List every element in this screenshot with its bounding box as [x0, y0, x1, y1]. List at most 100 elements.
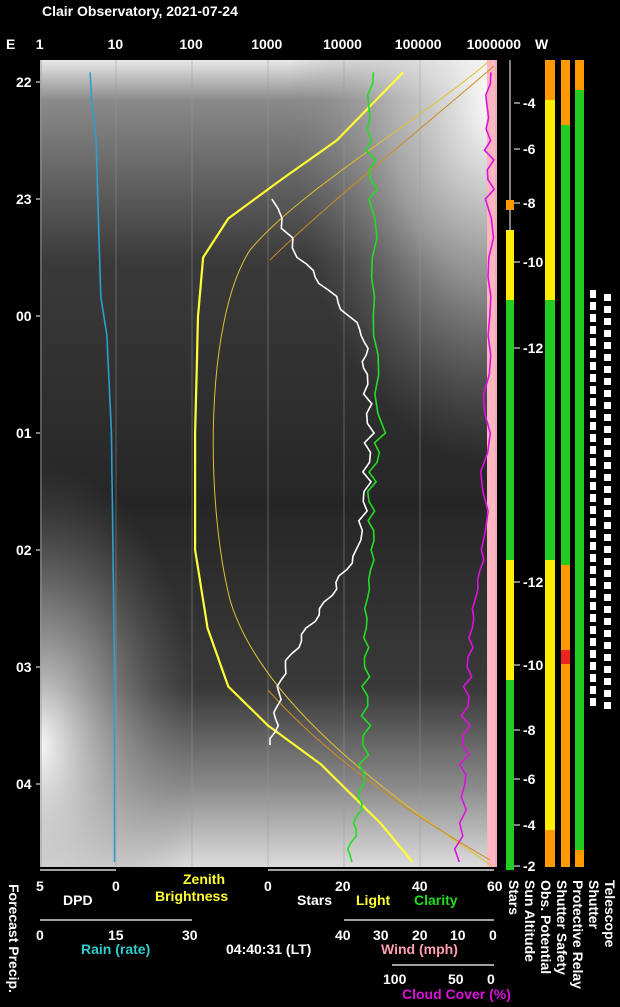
dpd-tick-0: 0: [112, 878, 120, 894]
shutter-block: [590, 314, 596, 322]
shutter-block: [590, 458, 596, 466]
obs-potential-segment: [545, 60, 555, 100]
sun-altitude-tick: -6: [523, 141, 536, 157]
shutter-block: [590, 518, 596, 526]
telescope-block: [604, 426, 611, 433]
sun-altitude-tick: -12: [523, 340, 544, 356]
shutter-block: [590, 386, 596, 394]
time-readout: 04:40:31 (LT): [226, 941, 312, 957]
telescope-vlabel: Telescope: [602, 880, 618, 948]
stars-status-segment: [506, 230, 514, 300]
clarity-label: Clarity: [414, 892, 458, 908]
telescope-block: [604, 330, 611, 337]
wind-tick-40: 40: [335, 927, 351, 943]
telescope-block: [604, 414, 611, 421]
telescope-block: [604, 678, 611, 685]
sun-altitude-tick: -10: [523, 254, 544, 270]
shutter-block: [590, 674, 596, 682]
time-tick: 23: [16, 191, 32, 207]
wind-tick-0: 0: [489, 927, 497, 943]
telescope-block: [604, 390, 611, 397]
shutter-block: [590, 578, 596, 586]
dpd-tick-5: 5: [36, 878, 44, 894]
obs-potential-vlabel: Obs. Potential: [538, 880, 554, 975]
time-tick: 02: [16, 542, 32, 558]
telescope-block: [604, 702, 611, 709]
telescope-block: [604, 582, 611, 589]
telescope-block: [604, 666, 611, 673]
time-tick: 00: [16, 308, 32, 324]
shutter-block: [590, 602, 596, 610]
telescope-block: [604, 654, 611, 661]
shutter-block: [590, 410, 596, 418]
cloud-tick-50: 50: [448, 971, 464, 987]
telescope-block: [604, 594, 611, 601]
shutter-block: [590, 626, 596, 634]
shutter-block: [590, 422, 596, 430]
sun-altitude-tick: -4: [523, 817, 536, 833]
telescope-block: [604, 438, 611, 445]
cloud-tick-100: 100: [383, 971, 407, 987]
sun-altitude-vlabel: Sun Altitude: [522, 880, 538, 962]
shutter-block: [590, 434, 596, 442]
telescope-block: [604, 462, 611, 469]
brightness-label: Brightness: [155, 888, 229, 904]
shutter-block: [590, 614, 596, 622]
protective-relay-vlabel: Protective Relay: [570, 880, 586, 989]
telescope-block: [604, 510, 611, 517]
shutter-block: [590, 302, 596, 310]
shutter-block: [590, 566, 596, 574]
shutter-block: [590, 398, 596, 406]
obs-potential-segment: [545, 830, 555, 867]
zenith-label: Zenith: [183, 871, 225, 887]
telescope-block: [604, 294, 611, 301]
telescope-block: [604, 402, 611, 409]
sun-altitude-tick: -12: [523, 574, 544, 590]
sun-altitude-tick: -2: [523, 858, 536, 874]
telescope-block: [604, 474, 611, 481]
shutter-block: [590, 350, 596, 358]
telescope-block: [604, 306, 611, 313]
shutter-block: [590, 338, 596, 346]
wind-label: Wind (mph): [381, 941, 458, 957]
stars-vlabel: Stars: [506, 880, 522, 916]
shutter-block: [590, 662, 596, 670]
shutter-block: [590, 482, 596, 490]
forecast-precip-label: Forecast Precip.: [6, 884, 22, 993]
time-tick: 22: [16, 74, 32, 90]
shutter-block: [590, 530, 596, 538]
stars-status-bar: [506, 230, 514, 870]
shutter-block: [590, 698, 596, 706]
telescope-block: [604, 354, 611, 361]
rain-label: Rain (rate): [81, 941, 151, 957]
telescope-block: [604, 498, 611, 505]
shutter-safety-segment: [561, 650, 570, 664]
telescope-block: [604, 450, 611, 457]
telescope-block: [604, 642, 611, 649]
cloud-tick-0: 0: [487, 971, 495, 987]
shutter-block: [590, 326, 596, 334]
telescope-block: [604, 522, 611, 529]
shutter-block: [590, 638, 596, 646]
shutter-vlabel: Shutter: [586, 880, 602, 929]
stars-label: Stars: [297, 892, 333, 908]
telescope-block: [604, 366, 611, 373]
protective-relay-segment: [575, 90, 584, 850]
shutter-block: [590, 446, 596, 454]
shutter-block: [590, 362, 596, 370]
shutter-block: [590, 494, 596, 502]
rain-tick-30: 30: [182, 927, 198, 943]
telescope-block: [604, 318, 611, 325]
dpd-label: DPD: [63, 892, 93, 908]
telescope-block: [604, 690, 611, 697]
shutter-block: [590, 374, 596, 382]
shutter-safety-segment: [561, 125, 570, 565]
time-tick: 04: [16, 776, 32, 792]
telescope-block: [604, 534, 611, 541]
shutter-block: [590, 686, 596, 694]
rain-tick-0: 0: [36, 927, 44, 943]
time-tick: 01: [16, 425, 32, 441]
shutter-block: [590, 542, 596, 550]
shutter-block: [590, 470, 596, 478]
telescope-block: [604, 630, 611, 637]
